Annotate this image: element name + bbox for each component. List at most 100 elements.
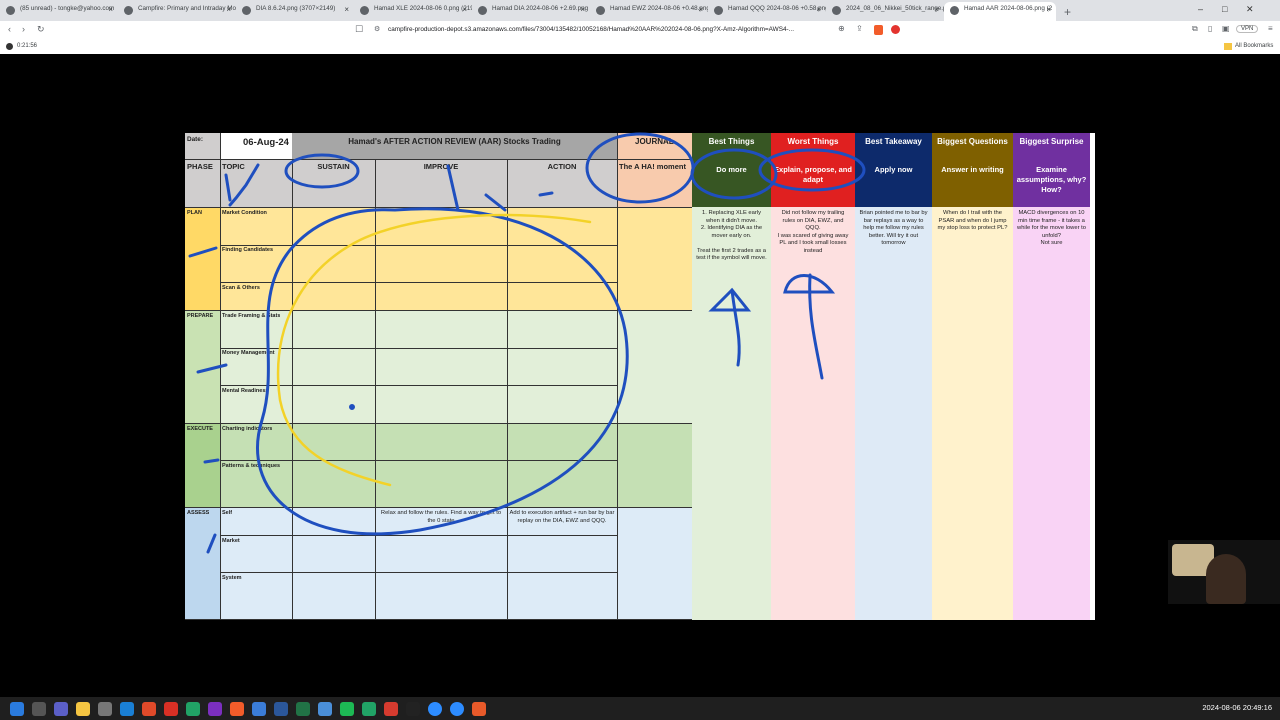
browser-tab[interactable]: (85 unread) - tongke@yahoo.com × bbox=[0, 2, 118, 21]
column-body: Brian pointed me to bar by bar replays a… bbox=[855, 207, 932, 620]
sidebar-icon[interactable]: ▯ bbox=[1208, 24, 1212, 33]
tab-label: Hamad AAR 2024-08-06.png (2 bbox=[964, 5, 1053, 12]
url-field[interactable]: campfire-production-depot.s3.amazonaws.c… bbox=[388, 26, 794, 33]
forward-icon[interactable]: › bbox=[22, 24, 25, 34]
tab-label: (85 unread) - tongke@yahoo.com bbox=[20, 5, 115, 12]
all-bookmarks-link[interactable]: All Bookmarks bbox=[1235, 43, 1273, 49]
menu-icon[interactable]: ≡ bbox=[1268, 24, 1273, 33]
browser-tab[interactable]: Hamad XLE 2024-08-06 0.png (219 × bbox=[354, 2, 472, 21]
rewards-icon[interactable] bbox=[891, 25, 900, 34]
favicon-icon bbox=[242, 6, 251, 15]
folder-icon bbox=[1224, 43, 1232, 50]
clock-time: 20:49:16 bbox=[1242, 703, 1272, 712]
column-header: Biggest Questions Answer in writing bbox=[932, 133, 1013, 207]
bookmarks-bar: 0:21:56 All Bookmarks bbox=[0, 39, 1280, 54]
edge-icon[interactable] bbox=[120, 701, 134, 716]
close-tab-icon[interactable]: × bbox=[344, 5, 349, 14]
aar-sheet: Date: 06-Aug-24 Hamad's AFTER ACTION REV… bbox=[185, 133, 1095, 620]
date-value: 06-Aug-24 bbox=[243, 137, 289, 148]
close-window-icon[interactable]: ✕ bbox=[1246, 4, 1254, 15]
close-tab-icon[interactable]: × bbox=[462, 5, 467, 14]
word-icon[interactable] bbox=[274, 701, 288, 716]
browser-tab[interactable]: Hamad EWZ 2024-08-06 +0.48.png × bbox=[590, 2, 708, 21]
brave-shield-icon[interactable] bbox=[874, 25, 883, 35]
teams-icon[interactable] bbox=[54, 701, 68, 716]
bookmark-icon[interactable]: ☐ bbox=[355, 24, 363, 35]
column-body: When do I trail with the PSAR and when d… bbox=[932, 207, 1013, 620]
app-icon[interactable] bbox=[318, 701, 332, 716]
column-subtitle: Answer in writing bbox=[941, 165, 1004, 175]
close-tab-icon[interactable]: × bbox=[698, 5, 703, 14]
column-body: MACD divergences on 10 min time frame - … bbox=[1013, 207, 1090, 620]
column-title: Best Takeaway bbox=[865, 137, 922, 146]
close-tab-icon[interactable]: × bbox=[1046, 5, 1051, 14]
app-icon[interactable] bbox=[472, 701, 486, 716]
tab-label: Hamad XLE 2024-08-06 0.png (219 bbox=[374, 5, 472, 12]
close-tab-icon[interactable]: × bbox=[934, 5, 939, 14]
record-icon bbox=[6, 43, 13, 50]
app-icon[interactable] bbox=[406, 701, 420, 716]
aha-header: The A HA! moment bbox=[619, 162, 686, 171]
column-title: Biggest Questions bbox=[937, 137, 1008, 146]
date-label: Date: bbox=[187, 136, 203, 143]
column-header: Best Things Do more bbox=[692, 133, 771, 207]
browser-tab[interactable]: 2024_08_06_Nikkei_50tick_range.p × bbox=[826, 2, 944, 21]
app-icon[interactable] bbox=[252, 701, 266, 716]
share-icon[interactable]: ⇪ bbox=[856, 24, 863, 33]
back-icon[interactable]: ‹ bbox=[8, 24, 11, 34]
close-tab-icon[interactable]: × bbox=[816, 5, 821, 14]
excel-icon[interactable] bbox=[296, 701, 310, 716]
file-explorer-icon[interactable] bbox=[76, 701, 90, 716]
app-icon[interactable] bbox=[384, 701, 398, 716]
browser-tab[interactable]: Hamad DIA 2024-08-06 +2.69.png × bbox=[472, 2, 590, 21]
browser-tab[interactable]: Hamad QQQ 2024-08-06 +0.58.png × bbox=[708, 2, 826, 21]
favicon-icon bbox=[596, 6, 605, 15]
browser-tab[interactable]: Hamad AAR 2024-08-06.png (2 × bbox=[944, 2, 1056, 21]
chart-app-icon[interactable] bbox=[362, 701, 376, 716]
chart-app-icon[interactable] bbox=[186, 701, 200, 716]
close-tab-icon[interactable]: × bbox=[226, 5, 231, 14]
app-icon[interactable] bbox=[164, 701, 178, 716]
site-settings-icon[interactable]: ⚙ bbox=[374, 25, 380, 33]
maximize-icon[interactable]: □ bbox=[1222, 4, 1227, 14]
tab-label: Hamad DIA 2024-08-06 +2.69.png bbox=[492, 5, 589, 12]
minimize-icon[interactable]: – bbox=[1198, 4, 1203, 14]
close-tab-icon[interactable]: × bbox=[108, 5, 113, 14]
topic-label: Mental Readiness bbox=[222, 388, 269, 394]
column-subtitle: Apply now bbox=[874, 165, 913, 175]
tab-label: 2024_08_06_Nikkei_50tick_range.p bbox=[846, 5, 944, 12]
column-title: Best Things bbox=[708, 137, 755, 146]
zoom-icon[interactable] bbox=[428, 701, 442, 716]
extensions-icon[interactable]: ⧉ bbox=[1192, 24, 1198, 34]
improve-header: IMPROVE bbox=[423, 162, 459, 171]
browser-tab[interactable]: Campfire: Primary and Intraday Mo × bbox=[118, 2, 236, 21]
browser-tab[interactable]: DIA 8.6.24.png (3707×2149) × bbox=[236, 2, 354, 21]
address-bar: ‹ › ↻ ☐ ⚙ campfire-production-depot.s3.a… bbox=[0, 21, 1280, 39]
zoom-icon[interactable]: ⊕ bbox=[838, 24, 845, 33]
close-tab-icon[interactable]: × bbox=[580, 5, 585, 14]
favicon-icon bbox=[6, 6, 15, 15]
tab-label: Campfire: Primary and Intraday Mo bbox=[138, 5, 236, 12]
new-tab-button[interactable]: + bbox=[1056, 5, 1079, 21]
zoom-icon[interactable] bbox=[450, 701, 464, 716]
topic-label: Trade Framing & Stats bbox=[222, 313, 281, 319]
vpn-button[interactable]: VPN bbox=[1236, 25, 1259, 33]
brave-icon[interactable] bbox=[230, 701, 244, 716]
column-title: Worst Things bbox=[787, 137, 839, 146]
topic-label: Self bbox=[222, 510, 233, 516]
camtasia-icon[interactable] bbox=[340, 701, 354, 716]
topic-label: Money Management bbox=[222, 350, 275, 356]
wallet-icon[interactable]: ▣ bbox=[1222, 24, 1230, 33]
favicon-icon bbox=[950, 6, 959, 15]
search-icon[interactable] bbox=[32, 701, 46, 716]
favicon-icon bbox=[832, 6, 841, 15]
app-icon[interactable] bbox=[208, 701, 222, 716]
phase-assess: ASSESS bbox=[187, 510, 210, 516]
system-clock: 2024-08-06 20:49:16 bbox=[1202, 703, 1272, 712]
column-body: 1. Replacing XLE early when it didn't mo… bbox=[692, 207, 771, 620]
store-icon[interactable] bbox=[98, 701, 112, 716]
app-icon[interactable] bbox=[142, 701, 156, 716]
windows-start-icon[interactable] bbox=[10, 701, 24, 716]
column-header: Biggest Surprise Examine assumptions, why… bbox=[1013, 133, 1090, 207]
reload-icon[interactable]: ↻ bbox=[37, 24, 45, 35]
